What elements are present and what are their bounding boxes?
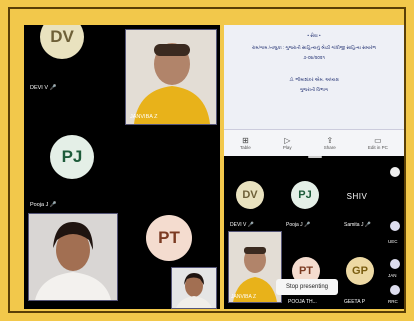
speaker-name: JANVIBA Z bbox=[130, 114, 158, 120]
avatar-initials: GP bbox=[352, 265, 368, 277]
avatar-pt[interactable]: PT bbox=[146, 215, 192, 261]
speaker-video[interactable]: JANVIBA Z bbox=[125, 29, 217, 125]
outer-frame: DV DEVI V 🎤 PJ Pooja J 🎤 JANVIBA Z PT • … bbox=[8, 7, 406, 313]
avatar-pj[interactable]: PJ bbox=[291, 181, 319, 209]
avatar-dv[interactable]: DV bbox=[236, 181, 264, 209]
left-meeting-screen: DV DEVI V 🎤 PJ Pooja J 🎤 JANVIBA Z PT bbox=[24, 25, 220, 309]
side-label: RRC bbox=[388, 299, 398, 304]
doc-line: • સેવા • bbox=[307, 33, 321, 38]
share-button[interactable]: ⇪ Share bbox=[324, 136, 336, 150]
avatar-initials: DV bbox=[50, 27, 74, 46]
play-button[interactable]: ▷ Play bbox=[283, 136, 292, 150]
speaker-name: JANVIBA Z bbox=[231, 294, 257, 300]
participant-name: GEETA P bbox=[344, 299, 366, 305]
mic-indicator[interactable] bbox=[390, 167, 400, 177]
speaker-figure bbox=[126, 30, 216, 124]
participant-name: DEVI V 🎤 bbox=[30, 85, 57, 91]
right-meeting-screen: • સેવા • રામ/ગામ /તાલુકા : ગુજરાતી સાહિત… bbox=[224, 25, 404, 309]
logo-text: SHIV bbox=[346, 191, 368, 201]
doc-line: ડૉ. ભીમાશંકર એમ. અધ્યક્ષ bbox=[289, 77, 339, 82]
avatar-initials: DV bbox=[242, 189, 258, 201]
avatar-dv[interactable]: DV bbox=[40, 25, 84, 59]
participant-video[interactable] bbox=[28, 213, 118, 301]
self-view-figure bbox=[172, 268, 216, 308]
grid-icon: ⊞ bbox=[242, 136, 249, 145]
participant-figure bbox=[29, 214, 117, 300]
participant-name: Samita J 🎤 bbox=[344, 222, 372, 228]
avatar-gp[interactable]: GP bbox=[346, 257, 374, 285]
avatar-pj[interactable]: PJ bbox=[50, 135, 94, 179]
participant-name: POOJA TH... bbox=[288, 299, 317, 305]
document-toolbar: ⊞ Table ▷ Play ⇪ Share ▭ Edit in PC bbox=[224, 129, 404, 156]
share-icon: ⇪ bbox=[326, 136, 334, 145]
shiv-logo[interactable]: SHIV bbox=[340, 185, 374, 207]
avatar-initials: PJ bbox=[298, 189, 312, 201]
self-view-video[interactable] bbox=[171, 267, 217, 309]
right-side-strip: UEC JAN RRC bbox=[386, 163, 404, 309]
participant-name: Pooja J 🎤 bbox=[286, 222, 311, 228]
drag-handle[interactable] bbox=[308, 156, 322, 158]
screens-container: DV DEVI V 🎤 PJ Pooja J 🎤 JANVIBA Z PT • … bbox=[24, 25, 404, 309]
table-button[interactable]: ⊞ Table bbox=[240, 136, 251, 150]
doc-line: રામ/ગામ /તાલુકા : ગુજરાતી સાહિત્યનું શ્ર… bbox=[251, 45, 376, 50]
side-label: JAN bbox=[388, 273, 397, 278]
toolbar-label: Play bbox=[282, 145, 292, 150]
presented-document: • સેવા • રામ/ગામ /તાલુકા : ગુજરાતી સાહિત… bbox=[224, 25, 404, 156]
mic-indicator[interactable] bbox=[390, 259, 400, 269]
avatar-initials: PJ bbox=[61, 147, 83, 166]
mic-indicator[interactable] bbox=[390, 221, 400, 231]
doc-line: ગુજરાતી વિભાગ bbox=[299, 87, 329, 92]
edit-in-pc-button[interactable]: ▭ Edit in PC bbox=[368, 136, 388, 150]
participant-name: DEVI V 🎤 bbox=[230, 222, 255, 228]
stop-presenting-button[interactable]: Stop presenting bbox=[276, 279, 338, 295]
toolbar-label: Edit in PC bbox=[367, 145, 388, 150]
speaker-video[interactable]: JANVIBA Z bbox=[228, 231, 282, 303]
side-label: UEC bbox=[388, 239, 398, 244]
monitor-icon: ▭ bbox=[374, 136, 382, 145]
participant-name: Pooja J 🎤 bbox=[30, 202, 57, 208]
avatar-initials: PT bbox=[158, 228, 180, 247]
toolbar-label: Share bbox=[323, 145, 336, 150]
toolbar-label: Table bbox=[240, 145, 251, 150]
avatar-initials: PT bbox=[298, 265, 314, 277]
mic-indicator[interactable] bbox=[390, 285, 400, 295]
play-icon: ▷ bbox=[284, 136, 291, 145]
speaker-figure bbox=[229, 232, 281, 302]
doc-line: ૭-૦૪/૨૦૨૧ bbox=[303, 55, 325, 60]
